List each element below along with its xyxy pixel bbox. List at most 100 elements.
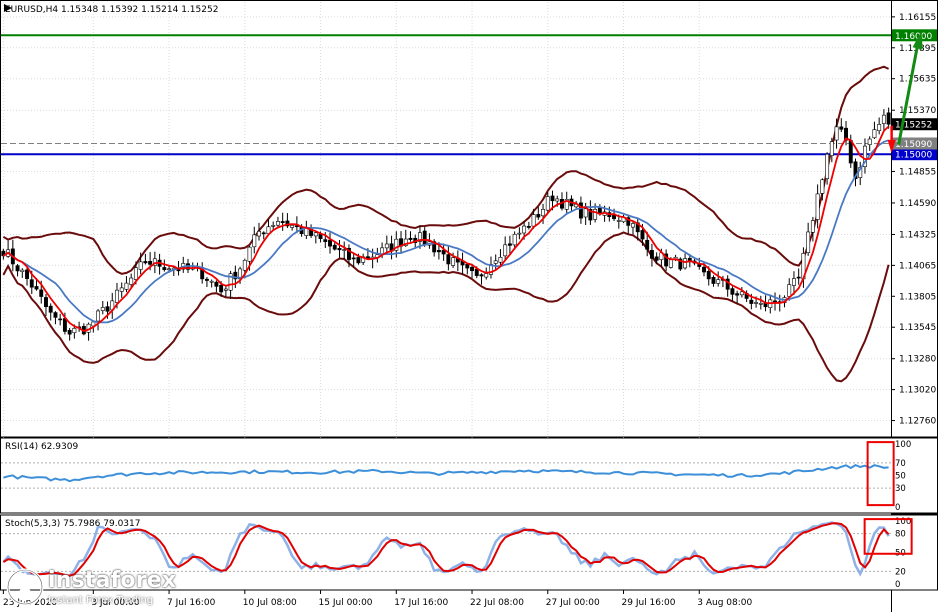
candle-body xyxy=(650,250,653,258)
candle-body xyxy=(106,307,109,312)
candle-body xyxy=(290,225,293,227)
candle-body xyxy=(243,260,246,270)
candle-body xyxy=(712,277,715,283)
x-axis-tick-label: 3 Aug 08:00 xyxy=(697,598,752,608)
candle-body xyxy=(797,277,800,278)
candle-body xyxy=(830,142,833,156)
candle-body xyxy=(508,244,511,246)
candle-body xyxy=(423,231,426,245)
candle-body xyxy=(314,233,317,236)
candle-body xyxy=(272,225,275,226)
candle-body xyxy=(707,271,710,279)
candle-body xyxy=(806,232,809,253)
candle-body xyxy=(281,221,284,222)
candle-body xyxy=(513,234,516,245)
candle-body xyxy=(646,240,649,249)
candle-body xyxy=(338,248,341,250)
candle-body xyxy=(219,285,222,292)
candle-body xyxy=(40,290,43,297)
candle-body xyxy=(25,270,28,279)
stoch-tick-label: 80 xyxy=(895,530,906,540)
instaforex-logo-icon xyxy=(6,568,44,606)
stoch-tick-label: 0 xyxy=(895,580,900,590)
candle-body xyxy=(134,268,137,280)
candle-body xyxy=(144,261,147,262)
candle-body xyxy=(731,289,734,295)
watermark-brand: instaforex xyxy=(48,568,176,593)
candle-body xyxy=(101,307,104,310)
candle-body xyxy=(792,279,795,286)
candle-body xyxy=(717,280,720,284)
candle-body xyxy=(447,255,450,264)
candle-body xyxy=(504,245,507,256)
candle-body xyxy=(702,267,705,272)
candle-body xyxy=(205,279,208,280)
candle-body xyxy=(887,113,890,124)
candle-body xyxy=(556,199,559,201)
y-axis-tick-label: 1.12760 xyxy=(899,417,936,427)
candle-body xyxy=(759,303,762,304)
candle-body xyxy=(73,328,76,332)
candle-body xyxy=(475,269,478,276)
candle-body xyxy=(494,261,497,264)
x-axis-tick-label: 17 Jul 16:00 xyxy=(394,598,448,608)
x-axis-tick-label: 10 Jul 08:00 xyxy=(243,598,297,608)
candle-body xyxy=(750,300,753,303)
candle-body xyxy=(518,233,521,234)
candle-body xyxy=(49,306,52,312)
trading-chart[interactable]: 1.161551.158951.156351.153701.148551.145… xyxy=(0,0,938,612)
candle-body xyxy=(215,282,218,286)
rsi-pane-frame xyxy=(1,438,938,513)
y-axis-tick-label: 1.13020 xyxy=(899,386,936,396)
candle-body xyxy=(21,270,24,272)
candle-body xyxy=(546,197,549,211)
x-axis-tick-label: 22 Jul 08:00 xyxy=(470,598,524,608)
candle-body xyxy=(130,278,133,284)
candle-body xyxy=(485,274,488,278)
chart-canvas[interactable]: 1.161551.158951.156351.153701.148551.145… xyxy=(0,0,938,612)
candle-body xyxy=(115,290,118,302)
candle-body xyxy=(532,215,535,227)
candle-body xyxy=(522,226,525,233)
candle-body xyxy=(324,240,327,242)
candle-body xyxy=(655,257,658,261)
candle-body xyxy=(835,127,838,140)
candle-body xyxy=(873,130,876,138)
candle-body xyxy=(825,154,828,178)
candle-body xyxy=(68,330,71,334)
candle-body xyxy=(54,313,57,318)
candle-body xyxy=(276,221,279,225)
candle-body xyxy=(63,319,66,332)
candle-body xyxy=(139,262,142,270)
candle-body xyxy=(437,250,440,252)
candle-body xyxy=(44,297,47,306)
candle-body xyxy=(754,302,757,303)
candle-body xyxy=(385,244,388,248)
candle-body xyxy=(120,288,123,292)
candle-body xyxy=(617,220,620,221)
y-axis-tick-label: 1.14590 xyxy=(899,199,936,209)
candle-body xyxy=(352,258,355,259)
candle-body xyxy=(96,311,99,321)
y-axis-tick-label: 1.13545 xyxy=(899,323,936,333)
candle-body xyxy=(773,301,776,302)
candle-body xyxy=(262,233,265,234)
candle-body xyxy=(683,259,686,268)
candle-body xyxy=(470,267,473,271)
candle-body xyxy=(35,286,38,289)
candle-body xyxy=(451,258,454,266)
candle-body xyxy=(811,221,814,233)
candle-body xyxy=(584,209,587,217)
rsi-pane[interactable]: 1007050300 xyxy=(1,438,938,514)
stoch-header: Stoch(5,3,3) 75.7986 79.0317 xyxy=(5,519,140,529)
x-axis-tick-label: 15 Jul 00:00 xyxy=(319,598,373,608)
candle-body xyxy=(343,250,346,251)
candle-body xyxy=(593,209,596,219)
y-axis-tick-label: 1.14325 xyxy=(899,230,936,240)
candle-body xyxy=(125,283,128,289)
candle-body xyxy=(788,285,791,297)
price-level-label: 1.16000 xyxy=(895,32,932,42)
candle-body xyxy=(816,194,819,220)
candle-body xyxy=(248,247,251,261)
candle-body xyxy=(631,224,634,228)
